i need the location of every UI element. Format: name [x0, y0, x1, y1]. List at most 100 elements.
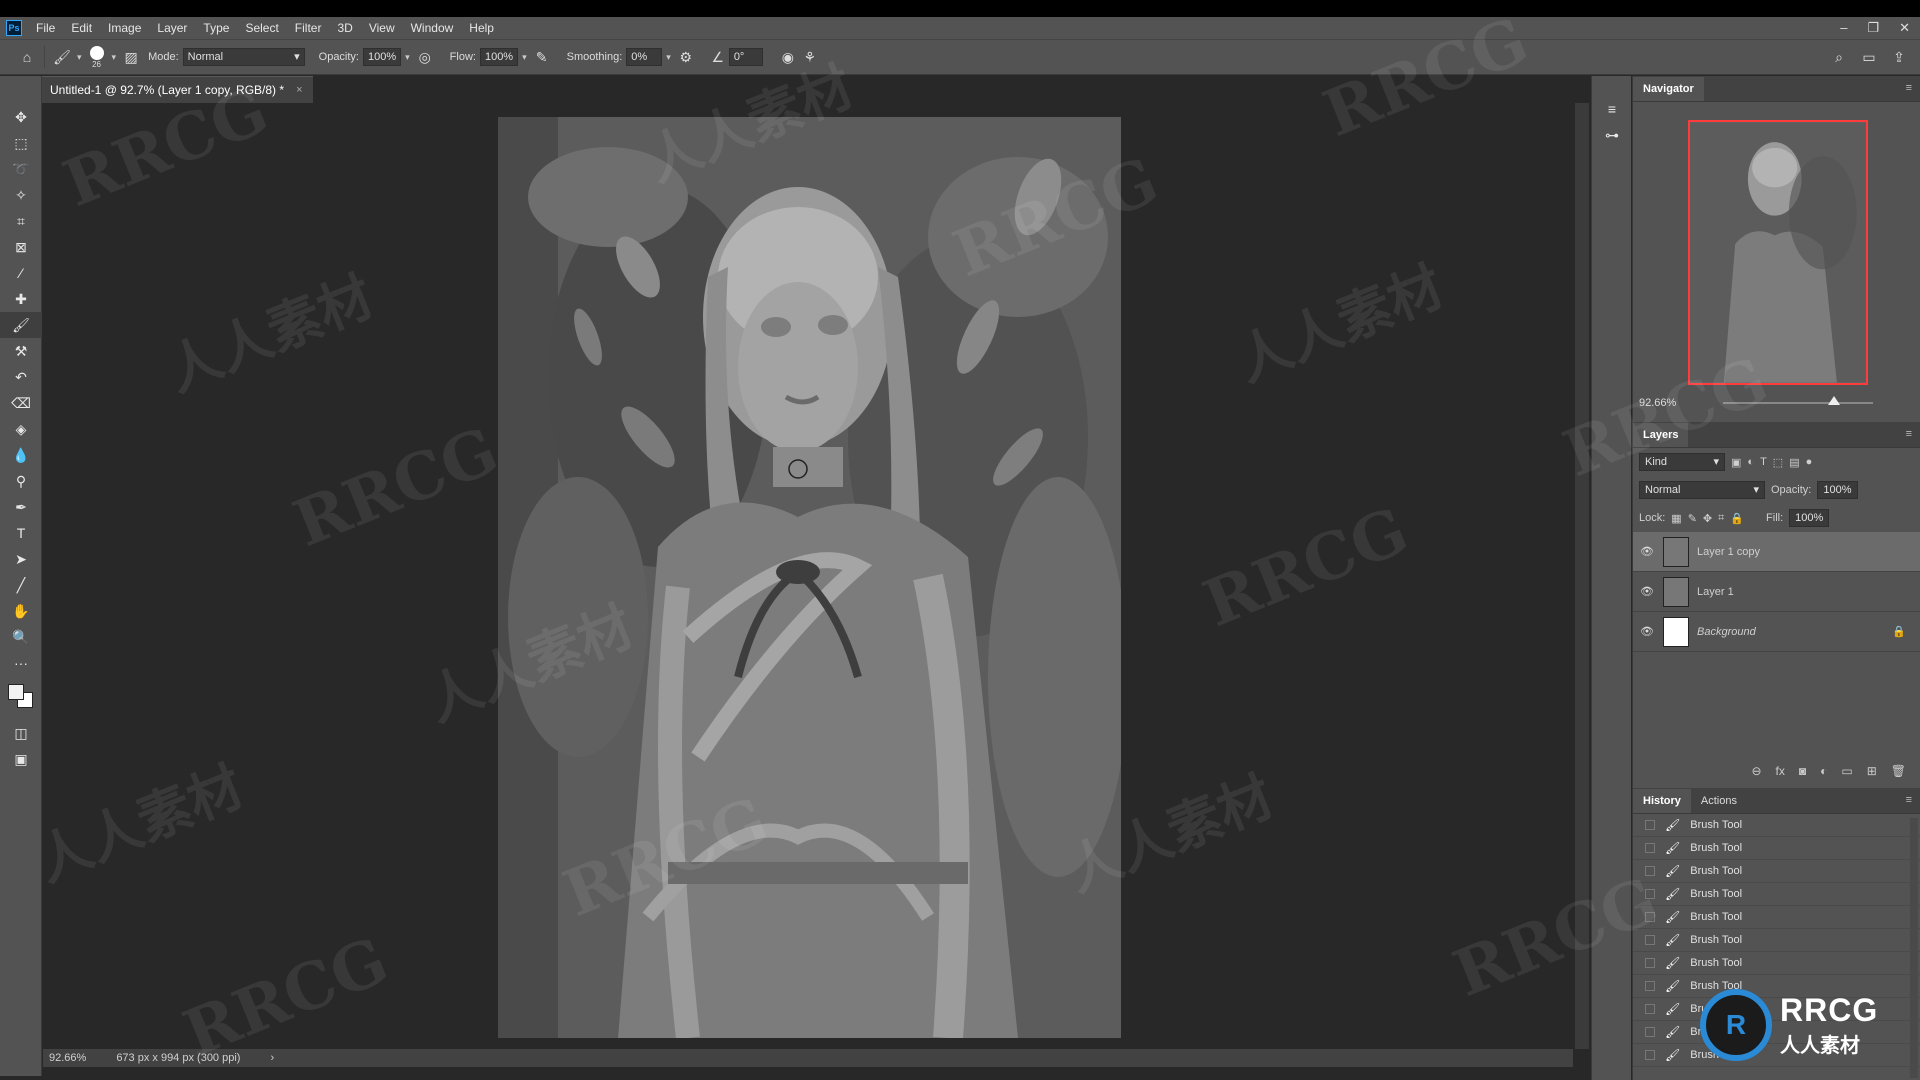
frame-tool-icon[interactable]: ⊠	[0, 234, 42, 260]
path-selection-tool-icon[interactable]: ➤	[0, 546, 42, 572]
brush-tool-icon[interactable]: 🖌	[0, 312, 42, 338]
foreground-color-swatch[interactable]	[8, 684, 24, 700]
navigator-zoom-value[interactable]: 92.66%	[1639, 397, 1676, 409]
hand-tool-icon[interactable]: ✋	[0, 598, 42, 624]
shape-filter-icon[interactable]: ⬚	[1773, 456, 1783, 469]
lock-position-icon[interactable]: ✥	[1703, 512, 1712, 525]
screen-mode-icon[interactable]: ▣	[0, 746, 42, 772]
history-checkbox[interactable]	[1645, 935, 1655, 945]
blur-tool-icon[interactable]: 💧	[0, 442, 42, 468]
navigator-preview[interactable]	[1688, 120, 1868, 385]
color-swatches[interactable]	[0, 676, 41, 720]
fill-field[interactable]: 100%	[1789, 509, 1830, 527]
menu-layer[interactable]: Layer	[149, 17, 195, 39]
close-button[interactable]: ✕	[1899, 17, 1910, 39]
pixel-filter-icon[interactable]: ▣	[1731, 456, 1741, 469]
pressure-opacity-icon[interactable]: ◎	[414, 46, 436, 68]
smoothing-settings-gear-icon[interactable]: ⚙	[675, 46, 697, 68]
home-icon[interactable]: ⌂	[16, 46, 38, 68]
more-tools-icon[interactable]: ···	[0, 650, 42, 676]
panel-menu-icon[interactable]: ≡	[1906, 428, 1912, 440]
history-checkbox[interactable]	[1645, 820, 1655, 830]
link-layers-icon[interactable]: ⊖	[1751, 764, 1761, 778]
menu-window[interactable]: Window	[403, 17, 462, 39]
actions-tab[interactable]: Actions	[1691, 789, 1747, 813]
opacity-field[interactable]: 100%	[363, 48, 402, 66]
filter-toggle-icon[interactable]: ●	[1806, 456, 1813, 468]
brush-settings-panel-icon[interactable]: ▨	[120, 46, 142, 68]
add-mask-icon[interactable]: ◙	[1799, 764, 1806, 778]
layer-row-background[interactable]: 👁 Background 🔒	[1633, 612, 1920, 652]
share-icon[interactable]: ⇪	[1888, 46, 1910, 68]
quick-mask-icon[interactable]: ◫	[0, 720, 42, 746]
flow-field[interactable]: 100%	[479, 48, 519, 66]
chevron-down-icon[interactable]: ▾	[522, 52, 527, 63]
history-checkbox[interactable]	[1645, 981, 1655, 991]
menu-filter[interactable]: Filter	[287, 17, 330, 39]
status-zoom[interactable]: 92.66%	[49, 1052, 86, 1064]
lock-artboard-icon[interactable]: ⌗	[1718, 512, 1724, 525]
history-checkbox[interactable]	[1645, 1004, 1655, 1014]
history-item[interactable]: 🖌 Brush Tool	[1633, 860, 1920, 883]
history-checkbox[interactable]	[1645, 889, 1655, 899]
panel-menu-icon[interactable]: ≡	[1906, 82, 1912, 94]
new-layer-icon[interactable]: ⊞	[1867, 764, 1877, 778]
brush-preset-icon[interactable]: 🖌	[51, 46, 73, 68]
mode-select[interactable]: Normal ▾	[182, 48, 305, 66]
dodge-tool-icon[interactable]: ⚲	[0, 468, 42, 494]
brush-size-picker[interactable]: 26	[89, 45, 104, 69]
lock-all-icon[interactable]: 🔒	[1730, 512, 1744, 525]
menu-file[interactable]: File	[28, 17, 63, 39]
history-checkbox[interactable]	[1645, 1050, 1655, 1060]
menu-select[interactable]: Select	[237, 17, 286, 39]
visibility-eye-icon[interactable]: 👁	[1639, 585, 1655, 598]
menu-edit[interactable]: Edit	[63, 17, 100, 39]
status-menu-arrow[interactable]: ›	[270, 1052, 274, 1064]
pen-tool-icon[interactable]: ✒	[0, 494, 42, 520]
eyedropper-tool-icon[interactable]: ⁄	[0, 260, 42, 286]
menu-3d[interactable]: 3D	[329, 17, 360, 39]
chevron-down-icon[interactable]: ▾	[666, 52, 671, 63]
close-tab-icon[interactable]: ×	[296, 84, 302, 96]
crop-tool-icon[interactable]: ⌗	[0, 208, 42, 234]
layers-tab[interactable]: Layers	[1633, 423, 1689, 447]
new-group-icon[interactable]: ▭	[1841, 764, 1852, 778]
history-item[interactable]: 🖌 Brush Tool	[1633, 906, 1920, 929]
navigator-tab[interactable]: Navigator	[1633, 77, 1704, 101]
visibility-eye-icon[interactable]: 👁	[1639, 545, 1655, 558]
smoothing-field[interactable]: 0%	[626, 48, 663, 66]
visibility-eye-icon[interactable]: 👁	[1639, 625, 1655, 638]
blend-mode-select[interactable]: Normal ▾	[1639, 481, 1765, 499]
workspace-icon[interactable]: ▭	[1858, 46, 1880, 68]
type-tool-icon[interactable]: T	[0, 520, 42, 546]
minimize-button[interactable]: –	[1840, 17, 1847, 39]
adjustment-layer-icon[interactable]: ◐	[1820, 764, 1827, 778]
history-checkbox[interactable]	[1645, 866, 1655, 876]
move-tool-icon[interactable]: ✥	[0, 104, 42, 130]
menu-image[interactable]: Image	[100, 17, 149, 39]
restore-button[interactable]: ❐	[1867, 17, 1879, 39]
layer-row-layer-1-copy[interactable]: 👁 Layer 1 copy	[1633, 532, 1920, 572]
eraser-tool-icon[interactable]: ⌫	[0, 390, 42, 416]
brush-settings-icon[interactable]: ≡	[1592, 96, 1632, 122]
clone-stamp-tool-icon[interactable]: ⚒	[0, 338, 42, 364]
painting-canvas[interactable]	[498, 117, 1121, 1038]
history-item[interactable]: 🖌 Brush Tool	[1633, 814, 1920, 837]
history-item[interactable]: 🖌 Brush Tool	[1633, 883, 1920, 906]
delete-layer-icon[interactable]: 🗑	[1891, 764, 1906, 778]
menu-type[interactable]: Type	[195, 17, 237, 39]
history-checkbox[interactable]	[1645, 912, 1655, 922]
history-checkbox[interactable]	[1645, 843, 1655, 853]
layer-filter-select[interactable]: Kind ▾	[1639, 453, 1725, 471]
adjustments-icon[interactable]: ⊶	[1592, 122, 1632, 148]
layer-row-layer-1[interactable]: 👁 Layer 1	[1633, 572, 1920, 612]
panel-menu-icon[interactable]: ≡	[1906, 794, 1912, 806]
history-item[interactable]: 🖌 Brush Tool	[1633, 952, 1920, 975]
symmetry-icon[interactable]: ⚘	[799, 46, 821, 68]
document-tab[interactable]: Untitled-1 @ 92.7% (Layer 1 copy, RGB/8)…	[42, 76, 313, 103]
layer-style-fx-icon[interactable]: fx	[1776, 764, 1785, 778]
search-icon[interactable]: ⌕	[1828, 46, 1850, 68]
airbrush-icon[interactable]: ✎	[531, 46, 553, 68]
history-checkbox[interactable]	[1645, 1027, 1655, 1037]
adjustment-filter-icon[interactable]: ◐	[1747, 456, 1754, 468]
